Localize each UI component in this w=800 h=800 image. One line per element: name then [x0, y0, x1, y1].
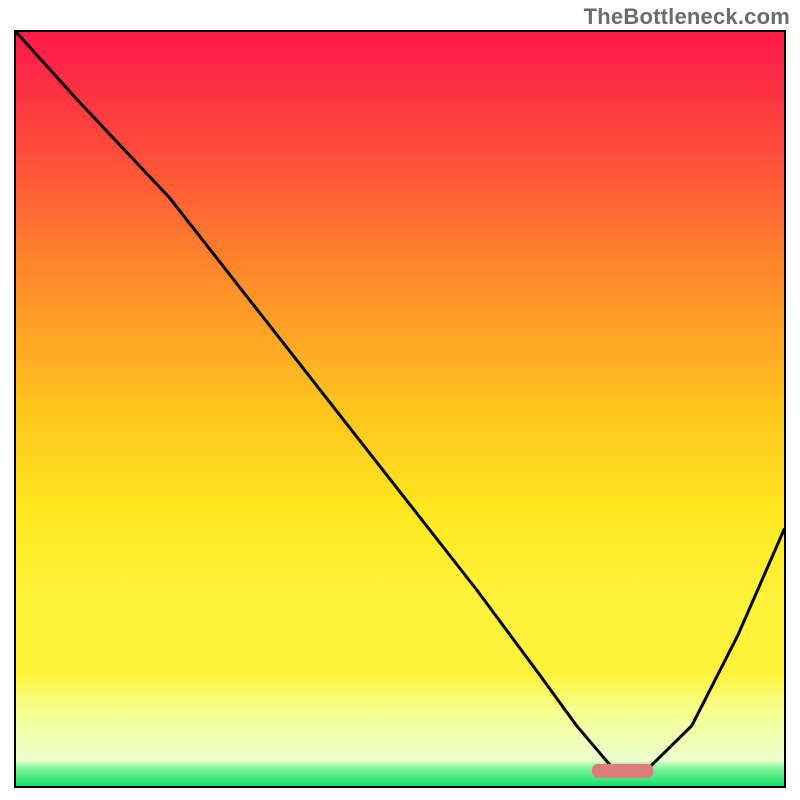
optimal-marker — [592, 764, 653, 778]
gradient-red-yellow — [16, 32, 784, 672]
watermark-text: TheBottleneck.com — [584, 4, 790, 30]
chart-svg — [16, 32, 784, 786]
plot-area — [14, 30, 786, 788]
gradient-green-base — [16, 762, 784, 786]
chart-frame: TheBottleneck.com — [0, 0, 800, 800]
